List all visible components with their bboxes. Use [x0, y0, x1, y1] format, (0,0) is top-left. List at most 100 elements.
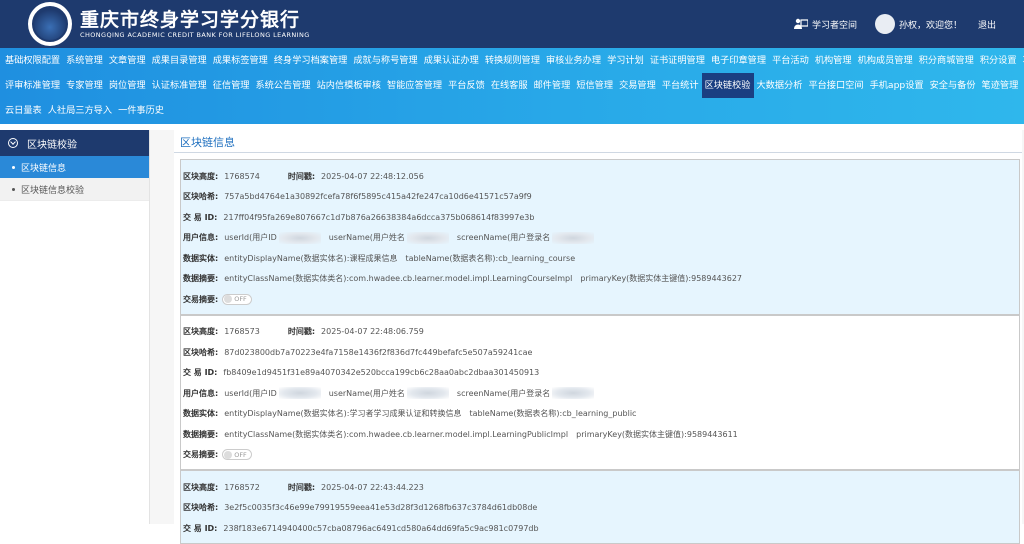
nav-item[interactable]: 笔迹管理 [979, 73, 1022, 98]
bullet-icon [12, 188, 15, 191]
redacted-value [279, 232, 321, 244]
nav-row-1: 基础权限配置系统管理文章管理成果目录管理成果标签管理终身学习档案管理成就与称号管… [2, 48, 1024, 73]
nav-item[interactable]: 交易管理 [616, 73, 659, 98]
nav-item[interactable]: 短信管理 [573, 73, 616, 98]
logout-link[interactable]: 退出 [978, 18, 996, 31]
height-label: 区块高度: [183, 482, 218, 493]
nav-item[interactable]: 平台接口空间 [805, 73, 866, 98]
block-height: 1768573 [224, 327, 260, 336]
learner-space-link[interactable]: 学习者空间 [794, 18, 857, 31]
nav-item[interactable]: 平台统计 [659, 73, 702, 98]
nav-item[interactable]: 人社局三方导入 [45, 98, 115, 123]
block-txid: fb8409e1d9451f31e89a4070342e520bcca199cb… [223, 368, 539, 377]
block-time: 2025-04-07 22:48:12.056 [321, 172, 424, 181]
sidebar-item-blockchain-verify[interactable]: 区块链信息校验 [0, 178, 149, 201]
sidebar-item-label: 区块链信息校验 [21, 183, 84, 196]
toggle-knob [224, 295, 232, 303]
nav-item[interactable]: 成果目录管理 [149, 48, 210, 73]
nav-item[interactable]: 评审标准管理 [2, 73, 63, 98]
block-card: 区块高度:1768572时间戳:2025-04-07 22:43:44.223 … [180, 470, 1020, 544]
nav-item[interactable]: 学习计划 [604, 48, 647, 73]
user-id-label: userId(用户ID [224, 388, 277, 399]
nav-item[interactable]: 积分商城管理 [916, 48, 977, 73]
learner-icon [794, 18, 808, 30]
entity-display-label: entityDisplayName(数据实体名): [224, 408, 349, 419]
nav-item[interactable]: 站内信模板审核 [314, 73, 384, 98]
nav-item[interactable]: 成就与称号管理 [350, 48, 420, 73]
time-label: 时间戳: [288, 171, 315, 182]
entity-display-label: entityDisplayName(数据实体名): [224, 253, 349, 264]
site-subtitle: CHONGQING ACADEMIC CREDIT BANK FOR LIFEL… [80, 31, 310, 40]
nav-item[interactable]: 机构成员管理 [855, 48, 916, 73]
table-name-label: tableName(数据表名称): [469, 408, 562, 419]
height-label: 区块高度: [183, 171, 218, 182]
user-id-label: userId(用户ID [224, 232, 277, 243]
block-txid: 238f183e6714940400c57cba08796ac6491cd580… [223, 524, 538, 533]
nav-item[interactable]: 平台活动 [769, 48, 812, 73]
nav-item[interactable]: 在线客服 [488, 73, 531, 98]
avatar[interactable] [875, 14, 895, 34]
nav-item[interactable]: 机构管理 [812, 48, 855, 73]
nav-item[interactable]: 成果标签管理 [210, 48, 271, 73]
nav-item[interactable]: 手机app设置 [867, 73, 927, 98]
nav-item[interactable]: 平台反馈 [445, 73, 488, 98]
tx-digest-toggle[interactable]: OFF [222, 294, 252, 305]
nav-item[interactable]: 审核业务办理 [543, 48, 604, 73]
nav-item[interactable]: 电子印章管理 [708, 48, 769, 73]
entity-display-value: 学习者学习成果认证和转换信息 [349, 408, 461, 419]
nav-item[interactable]: 项目管理 [1020, 48, 1024, 73]
main-panel: 区块链信息 区块高度:1768574时间戳:2025-04-07 22:48:1… [174, 130, 1022, 524]
entity-class-value: com.hwadee.cb.learner.model.impl.Learnin… [349, 274, 572, 283]
nav-item[interactable]: 智能应答管理 [384, 73, 445, 98]
nav-item[interactable]: 云日量表 [2, 98, 45, 123]
sidebar: 区块链校验 区块链信息 区块链信息校验 [0, 130, 150, 524]
nav-item[interactable]: 大数据分析 [754, 73, 806, 98]
sidebar-header[interactable]: 区块链校验 [0, 130, 149, 156]
tx-digest-toggle[interactable]: OFF [222, 449, 252, 460]
nav-item[interactable]: 岗位管理 [106, 73, 149, 98]
nav-item[interactable]: 成果认证办理 [421, 48, 482, 73]
learner-space-label: 学习者空间 [812, 18, 857, 31]
nav-item[interactable]: 安全与备份 [927, 73, 979, 98]
primary-key-value: 9589443611 [687, 430, 738, 439]
block-time: 2025-04-07 22:43:44.223 [321, 483, 424, 492]
height-label: 区块高度: [183, 326, 218, 337]
time-label: 时间戳: [288, 326, 315, 337]
main-nav: 基础权限配置系统管理文章管理成果目录管理成果标签管理终身学习档案管理成就与称号管… [0, 48, 1024, 124]
nav-item[interactable]: 专家管理 [63, 73, 106, 98]
nav-item[interactable]: 征信管理 [210, 73, 253, 98]
sidebar-item-label: 区块链信息 [21, 161, 66, 174]
block-list: 区块高度:1768574时间戳:2025-04-07 22:48:12.056 … [174, 153, 1022, 544]
greeting: 孙权，欢迎您！ [899, 18, 962, 31]
time-label: 时间戳: [288, 482, 315, 493]
nav-item[interactable]: 转换规则管理 [482, 48, 543, 73]
bullet-icon [12, 166, 15, 169]
primary-key-label: primaryKey(数据实体主键值): [580, 273, 691, 284]
block-txid: 217ff04f95fa269e807667c1d7b876a26638384a… [223, 213, 534, 222]
nav-item[interactable]: 一件事历史 [115, 98, 167, 123]
redacted-value [552, 387, 594, 399]
sidebar-item-blockchain-info[interactable]: 区块链信息 [0, 156, 149, 178]
hash-label: 区块哈希: [183, 191, 218, 202]
nav-item[interactable]: 区块链校验 [702, 73, 754, 98]
nav-item[interactable]: 认证标准管理 [149, 73, 210, 98]
nav-item[interactable]: 积分设置 [977, 48, 1020, 73]
nav-item[interactable]: 系统管理 [63, 48, 106, 73]
site-title: 重庆市终身学习学分银行 [80, 9, 310, 31]
user-label: 用户信息: [183, 388, 218, 399]
nav-item[interactable]: 证书证明管理 [647, 48, 708, 73]
toggle-label: OFF [234, 295, 247, 303]
redacted-value [279, 387, 321, 399]
digest-label: 数据摘要: [183, 273, 218, 284]
nav-item[interactable]: 文章管理 [106, 48, 149, 73]
nav-item[interactable]: 基础权限配置 [2, 48, 63, 73]
table-name-value: cb_learning_course [498, 254, 575, 263]
entity-display-value: 课程成果信息 [349, 253, 397, 264]
block-hash: 3e2f5c0035f3c46e99e79919559eea41e53d28f3… [224, 503, 537, 512]
nav-item[interactable]: 系统公告管理 [253, 73, 314, 98]
block-height: 1768572 [224, 483, 260, 492]
nav-item[interactable]: 终身学习档案管理 [271, 48, 351, 73]
table-name-value: cb_learning_public [562, 409, 636, 418]
toggle-label: OFF [234, 451, 247, 459]
nav-item[interactable]: 邮件管理 [531, 73, 574, 98]
